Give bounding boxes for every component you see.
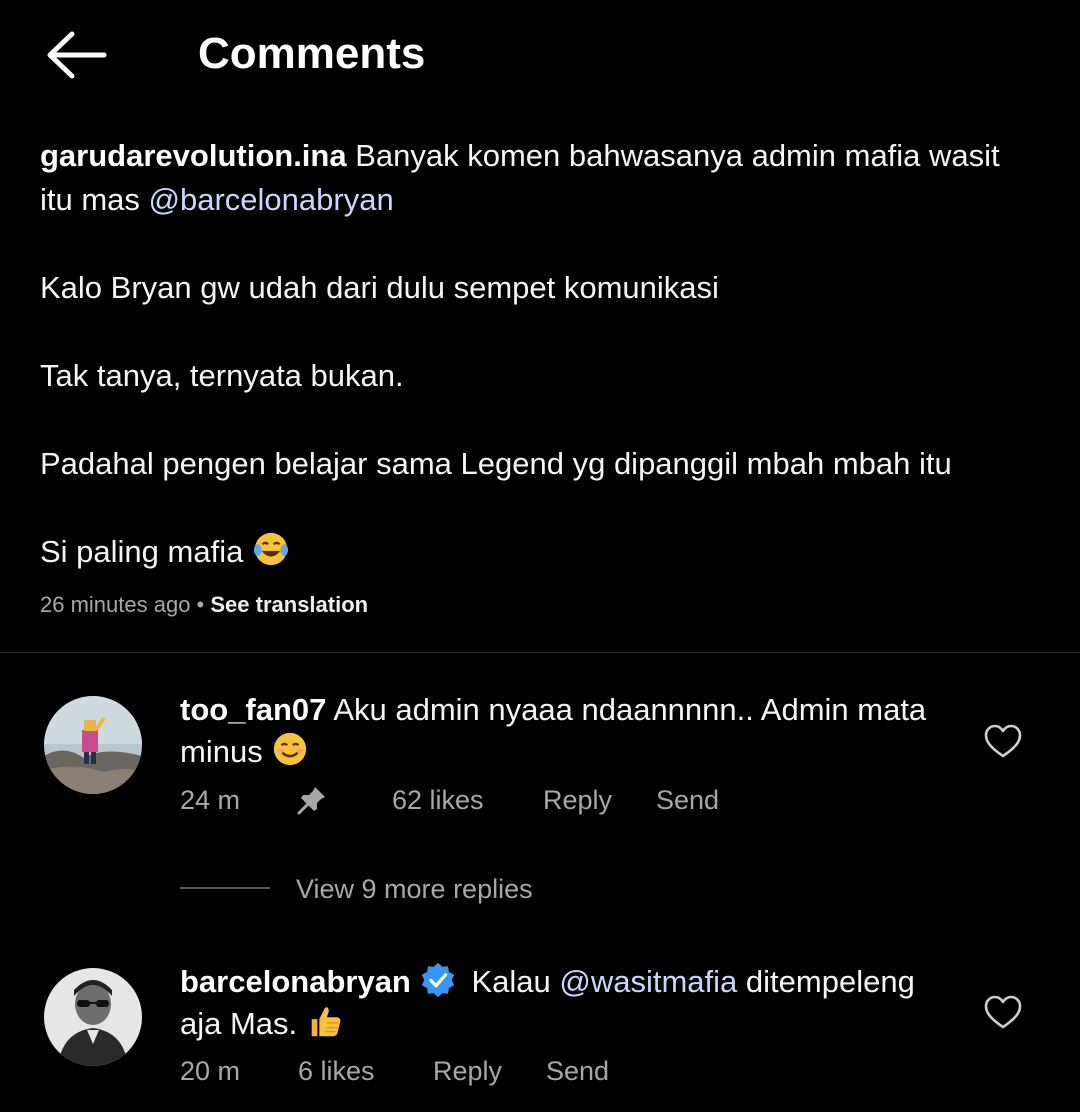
reply-button[interactable]: Reply [433, 1054, 502, 1088]
comment-body: too_fan07 Aku admin nyaaa ndaannnnn.. Ad… [180, 690, 960, 772]
view-more-replies-button[interactable]: View 9 more replies [296, 872, 533, 906]
tears-of-joy-emoji [253, 532, 289, 566]
arrow-left-icon [47, 31, 107, 79]
comment-text: Kalau [462, 964, 560, 999]
page-title: Comments [198, 29, 426, 78]
like-heart-icon[interactable] [984, 724, 1022, 760]
caption-paragraph: Tak tanya, ternyata bukan. [40, 358, 404, 393]
header-bar: Comments [0, 0, 1080, 110]
comment-actions: 24 m 62 likes Reply Send [180, 783, 780, 817]
send-button[interactable]: Send [656, 783, 719, 817]
avatar[interactable] [44, 696, 142, 794]
avatar-image [44, 696, 142, 794]
comment-username[interactable]: barcelonabryan [180, 964, 411, 999]
likes-count[interactable]: 6 likes [298, 1054, 375, 1088]
like-heart-icon[interactable] [984, 995, 1022, 1031]
reply-button[interactable]: Reply [543, 783, 612, 817]
comment-username[interactable]: too_fan07 [180, 692, 326, 727]
divider [0, 652, 1080, 653]
post-caption: garudarevolution.ina Banyak komen bahwas… [40, 134, 1040, 574]
smiling-face-emoji [274, 732, 307, 766]
caption-mention[interactable]: @barcelonabryan [149, 182, 394, 217]
caption-username[interactable]: garudarevolution.ina [40, 138, 347, 173]
verified-badge-icon [421, 962, 455, 998]
pin-icon [296, 784, 328, 824]
comment-body: barcelonabryan Kalau @wasitmafia ditempe… [180, 961, 960, 1044]
thumbs-up-emoji [311, 1007, 341, 1037]
likes-count[interactable]: 62 likes [392, 783, 484, 817]
avatar[interactable] [44, 968, 142, 1066]
caption-paragraph: Kalo Bryan gw udah dari dulu sempet komu… [40, 270, 719, 305]
caption-paragraph: Si paling mafia [40, 534, 252, 569]
comment-timestamp: 20 m [180, 1056, 241, 1086]
see-translation-link[interactable]: See translation [210, 592, 368, 617]
comment-actions: 20 m 6 likes Reply Send [180, 1054, 680, 1088]
back-button[interactable] [42, 28, 112, 82]
caption-meta: 26 minutes ago • See translation [40, 590, 368, 620]
comment-mention[interactable]: @wasitmafia [559, 964, 737, 999]
caption-timestamp: 26 minutes ago [40, 592, 191, 617]
send-button[interactable]: Send [546, 1054, 609, 1088]
replies-divider [180, 887, 270, 889]
avatar-image [44, 968, 142, 1066]
comment-timestamp: 24 m [180, 785, 241, 815]
caption-paragraph: Padahal pengen belajar sama Legend yg di… [40, 446, 952, 481]
meta-separator: • [190, 592, 211, 617]
